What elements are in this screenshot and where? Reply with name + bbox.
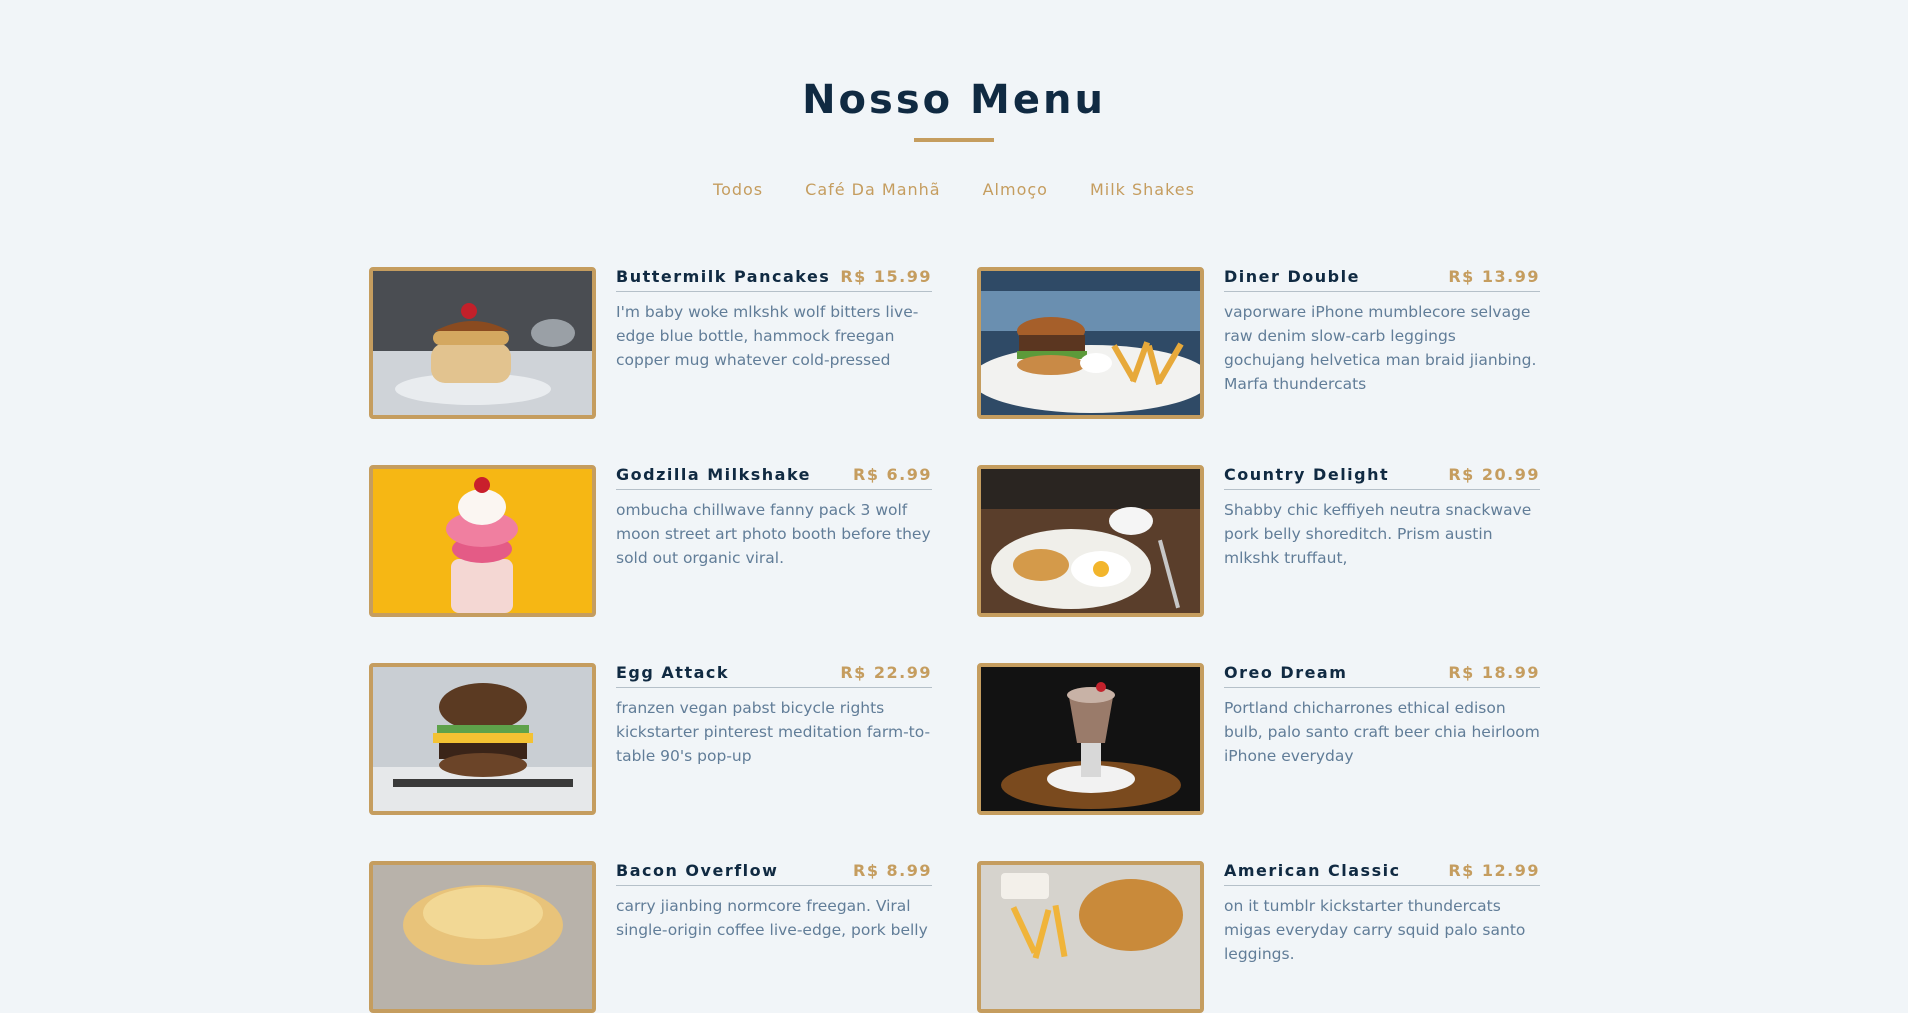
item-name: Oreo Dream xyxy=(1224,663,1348,682)
item-price: R$ 13.99 xyxy=(1448,267,1540,286)
item-price: R$ 18.99 xyxy=(1448,663,1540,682)
item-name: Buttermilk Pancakes xyxy=(616,267,831,286)
item-name: American Classic xyxy=(1224,861,1401,880)
menu-item: Country Delight R$ 20.99 Shabby chic kef… xyxy=(977,465,1540,617)
item-description: Shabby chic keffiyeh neutra snackwave po… xyxy=(1224,501,1532,567)
item-header: Diner Double R$ 13.99 xyxy=(1224,267,1540,292)
filter-bar: Todos Café Da Manhã Almoço Milk Shakes xyxy=(0,176,1908,203)
item-price: R$ 8.99 xyxy=(853,861,932,880)
egg-burger-photo xyxy=(369,663,596,815)
item-info: Buttermilk Pancakes R$ 15.99 I'm baby wo… xyxy=(616,267,932,415)
item-price: R$ 15.99 xyxy=(840,267,932,286)
menu-item: American Classic R$ 12.99 on it tumblr k… xyxy=(977,861,1540,1013)
item-info: Godzilla Milkshake R$ 6.99 ombucha chill… xyxy=(616,465,932,613)
item-header: Bacon Overflow R$ 8.99 xyxy=(616,861,932,886)
filter-cafe-da-manha-button[interactable]: Café Da Manhã xyxy=(795,176,950,203)
classic-burger-photo xyxy=(977,861,1204,1013)
item-description: franzen vegan pabst bicycle rights kicks… xyxy=(616,699,931,765)
item-price: R$ 20.99 xyxy=(1448,465,1540,484)
item-name: Country Delight xyxy=(1224,465,1390,484)
item-info: Diner Double R$ 13.99 vaporware iPhone m… xyxy=(1224,267,1540,415)
item-price: R$ 6.99 xyxy=(853,465,932,484)
filter-almoco-button[interactable]: Almoço xyxy=(973,176,1058,203)
filter-todos-button[interactable]: Todos xyxy=(703,176,773,203)
menu-item: Godzilla Milkshake R$ 6.99 ombucha chill… xyxy=(369,465,932,617)
item-info: Bacon Overflow R$ 8.99 carry jianbing no… xyxy=(616,861,932,1009)
item-info: Country Delight R$ 20.99 Shabby chic kef… xyxy=(1224,465,1540,613)
menu-item: Bacon Overflow R$ 8.99 carry jianbing no… xyxy=(369,861,932,1013)
item-description: vaporware iPhone mumblecore selvage raw … xyxy=(1224,303,1537,393)
item-description: ombucha chillwave fanny pack 3 wolf moon… xyxy=(616,501,931,567)
pancakes-photo xyxy=(369,267,596,419)
item-name: Egg Attack xyxy=(616,663,730,682)
item-header: Godzilla Milkshake R$ 6.99 xyxy=(616,465,932,490)
menu-page: Nosso Menu Todos Café Da Manhã Almoço Mi… xyxy=(0,0,1908,1013)
item-name: Godzilla Milkshake xyxy=(616,465,812,484)
item-description: carry jianbing normcore freegan. Viral s… xyxy=(616,897,928,939)
menu-item: Diner Double R$ 13.99 vaporware iPhone m… xyxy=(977,267,1540,419)
burger-fries-photo xyxy=(977,267,1204,419)
item-header: American Classic R$ 12.99 xyxy=(1224,861,1540,886)
item-description: I'm baby woke mlkshk wolf bitters live-e… xyxy=(616,303,919,369)
item-name: Bacon Overflow xyxy=(616,861,779,880)
oreo-shake-photo xyxy=(977,663,1204,815)
item-description: on it tumblr kickstarter thundercats mig… xyxy=(1224,897,1526,963)
item-info: Oreo Dream R$ 18.99 Portland chicharrone… xyxy=(1224,663,1540,811)
item-info: Egg Attack R$ 22.99 franzen vegan pabst … xyxy=(616,663,932,811)
filter-milk-shakes-button[interactable]: Milk Shakes xyxy=(1080,176,1205,203)
title-section: Nosso Menu xyxy=(0,0,1908,142)
title-underline xyxy=(914,138,994,142)
menu-item: Oreo Dream R$ 18.99 Portland chicharrone… xyxy=(977,663,1540,815)
item-info: American Classic R$ 12.99 on it tumblr k… xyxy=(1224,861,1540,1009)
menu-grid: Buttermilk Pancakes R$ 15.99 I'm baby wo… xyxy=(369,267,1540,1013)
item-header: Buttermilk Pancakes R$ 15.99 xyxy=(616,267,932,292)
item-description: Portland chicharrones ethical edison bul… xyxy=(1224,699,1540,765)
biscuit-sandwich-photo xyxy=(369,861,596,1013)
breakfast-plate-photo xyxy=(977,465,1204,617)
item-header: Country Delight R$ 20.99 xyxy=(1224,465,1540,490)
item-name: Diner Double xyxy=(1224,267,1360,286)
milkshake-photo xyxy=(369,465,596,617)
item-header: Oreo Dream R$ 18.99 xyxy=(1224,663,1540,688)
menu-item: Egg Attack R$ 22.99 franzen vegan pabst … xyxy=(369,663,932,815)
item-header: Egg Attack R$ 22.99 xyxy=(616,663,932,688)
page-title: Nosso Menu xyxy=(802,77,1106,123)
item-price: R$ 22.99 xyxy=(840,663,932,682)
menu-item: Buttermilk Pancakes R$ 15.99 I'm baby wo… xyxy=(369,267,932,419)
item-price: R$ 12.99 xyxy=(1448,861,1540,880)
